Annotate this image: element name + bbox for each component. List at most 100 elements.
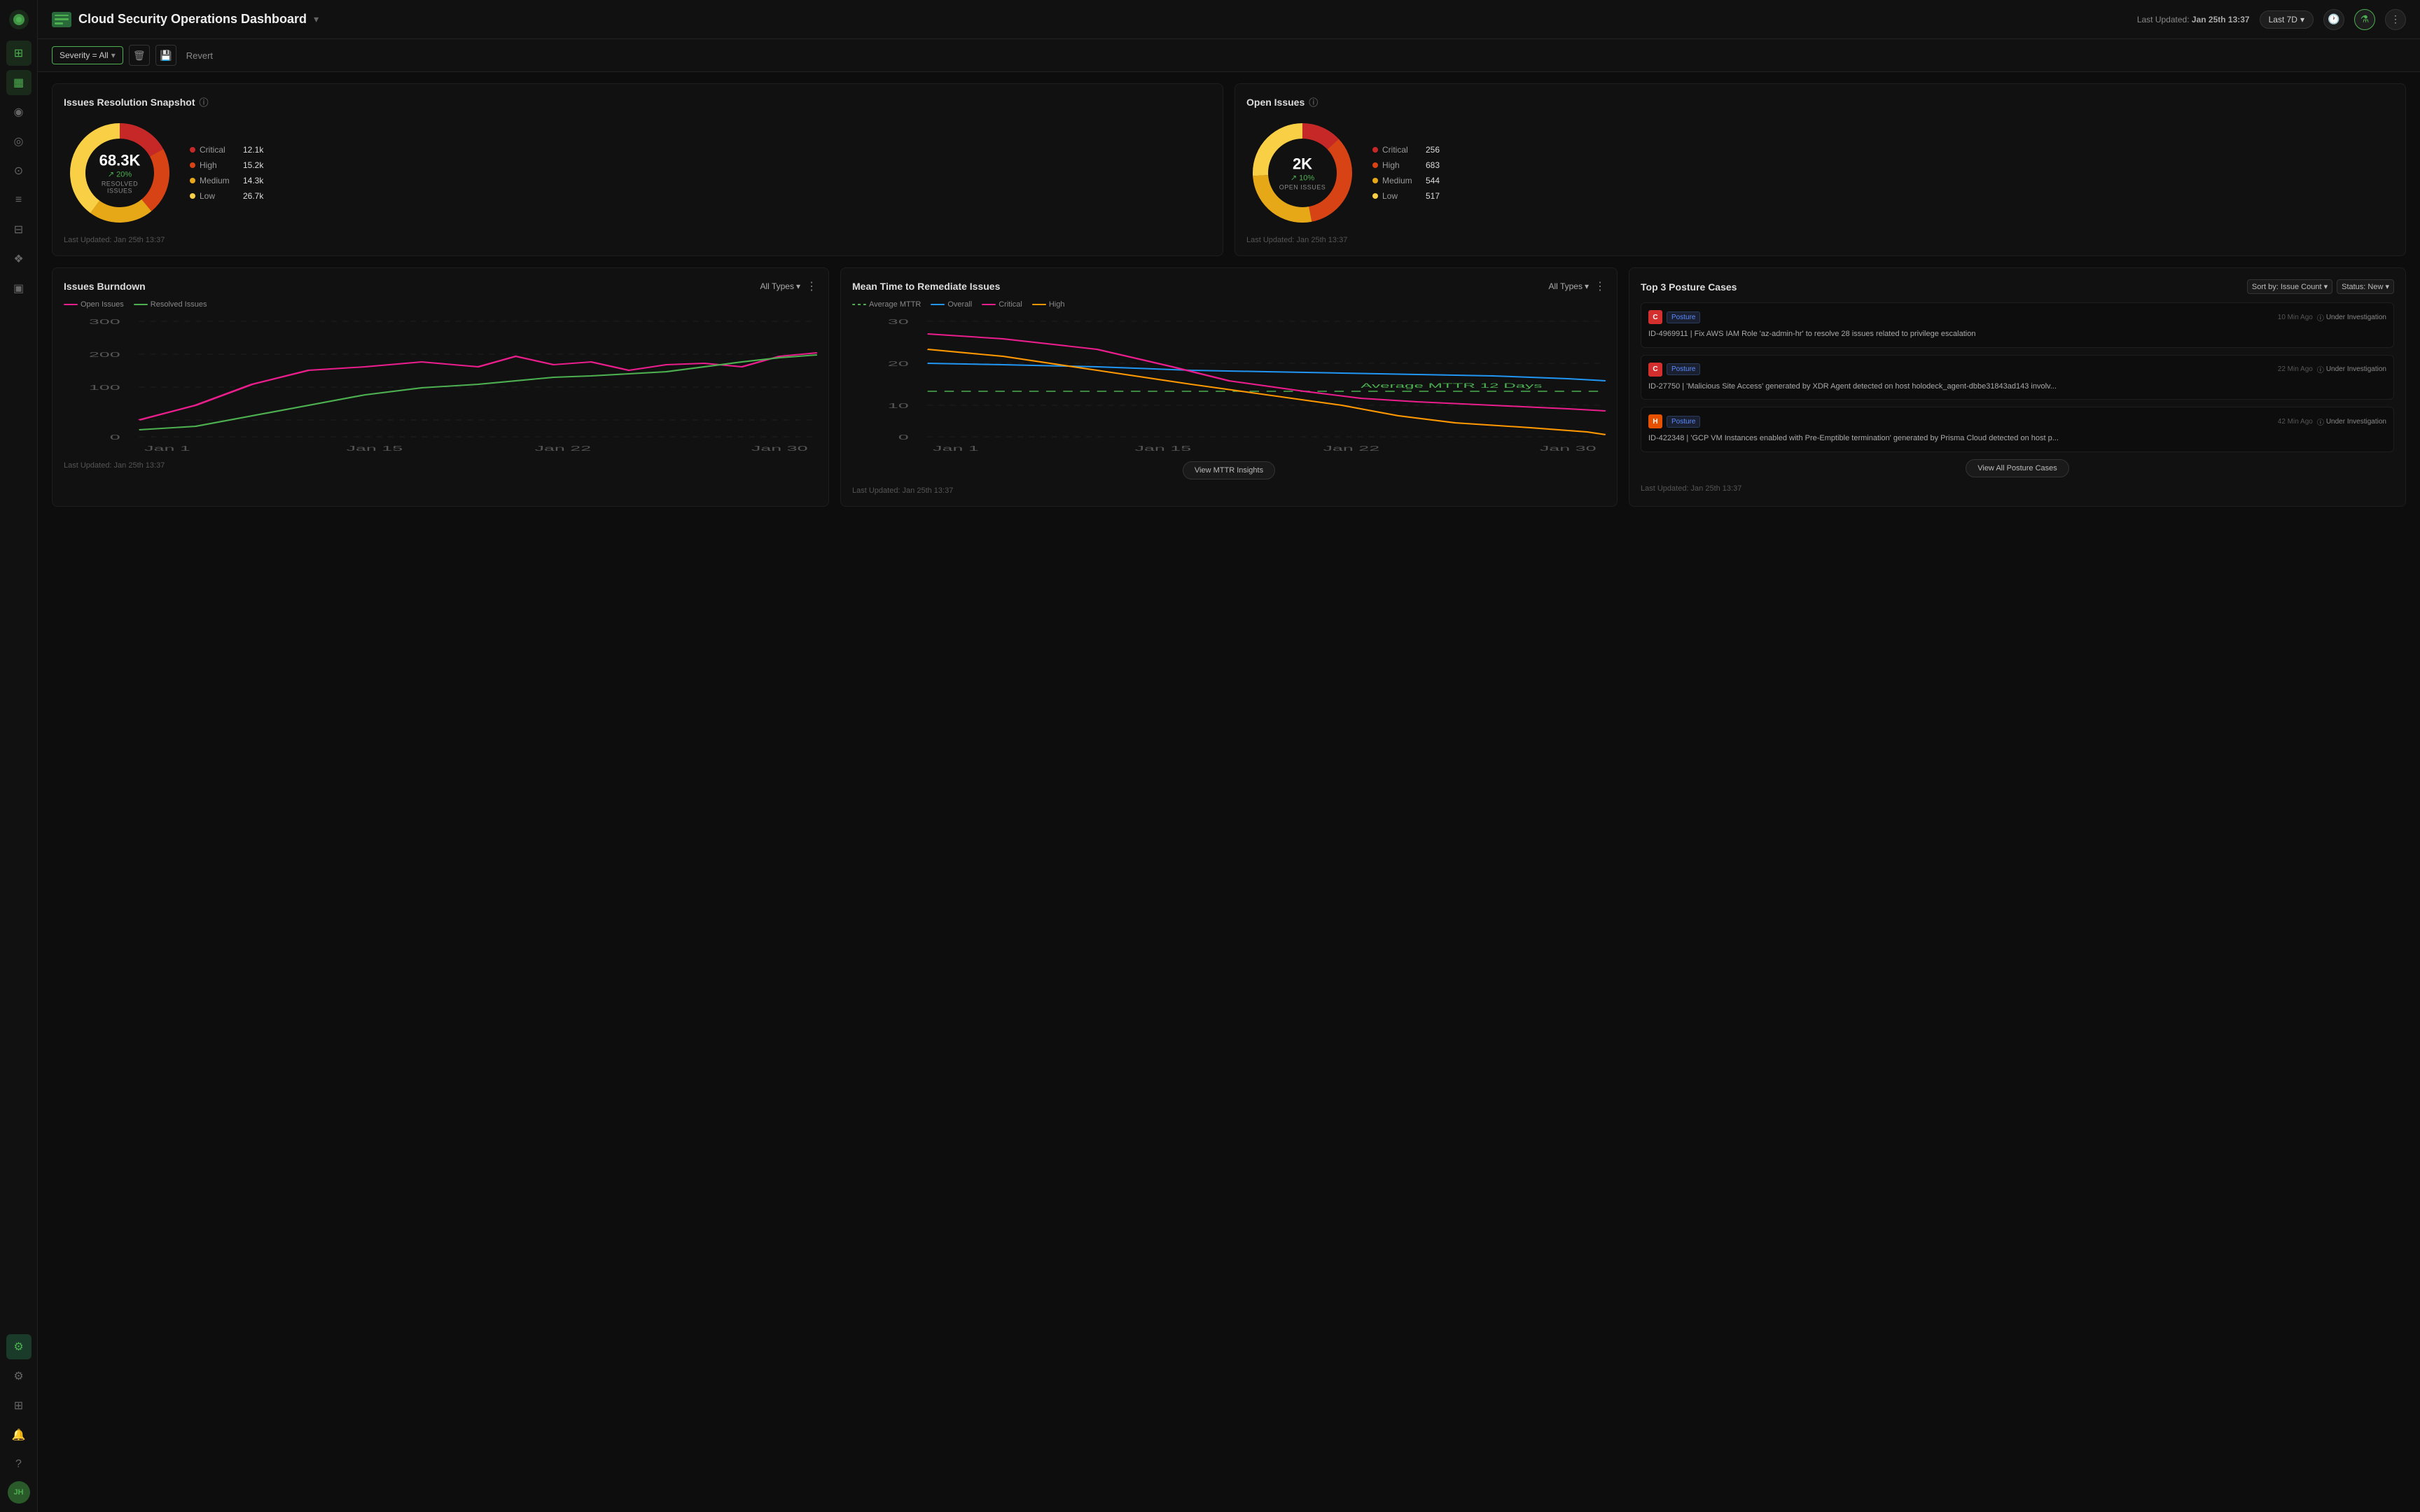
severity-badge-3: H [1648,414,1662,428]
sidebar-item-help[interactable]: ? [6,1452,32,1477]
open-card-title: Open Issues ⓘ [1246,95,1318,108]
sidebar-item-puzzle[interactable]: ❖ [6,246,32,272]
open-legend-low: Low 517 [1372,191,1440,201]
sidebar-item-dash-settings[interactable]: ⚙ [6,1334,32,1359]
open-footer: Last Updated: Jan 25th 13:37 [1246,236,2394,244]
low-dot [190,193,195,199]
open-medium-value: 544 [1426,176,1440,186]
posture-status-2: ⓘ Under Investigation [2317,364,2386,374]
svg-text:Jan 30: Jan 30 [1540,445,1597,453]
svg-text:Jan 22: Jan 22 [534,445,591,453]
mttr-avg-legend: Average MTTR [852,300,921,309]
sidebar-item-list[interactable]: ≡ [6,188,32,213]
open-donut-chart: 2K ↗ 10% OPEN ISSUES [1246,117,1358,229]
sidebar-item-eye[interactable]: ◎ [6,129,32,154]
header: Cloud Security Operations Dashboard ▾ La… [38,0,2420,39]
filter-icon-button[interactable]: ⚗ [2354,9,2375,30]
svg-text:30: 30 [888,318,909,326]
view-all-posture-button[interactable]: View All Posture Cases [1966,459,2069,477]
sidebar-item-settings[interactable]: ⊙ [6,158,32,183]
mttr-header: Mean Time to Remediate Issues All Types … [852,279,1606,293]
medium-value: 14.3k [243,176,263,186]
sidebar-item-bell[interactable]: 🔔 [6,1422,32,1448]
sidebar-item-chart[interactable]: ⊟ [6,217,32,242]
bottom-cards-row: Issues Burndown All Types ▾ ⋮ Open Issue… [52,267,2406,507]
posture-tag-3: Posture [1667,416,1700,428]
posture-controls: Sort by: Issue Count ▾ Status: New ▾ [2247,279,2394,294]
posture-tag-2: Posture [1667,363,1700,375]
posture-sort-select[interactable]: Sort by: Issue Count ▾ [2247,279,2332,294]
view-mttr-button[interactable]: View MTTR Insights [1183,461,1275,479]
posture-item-1-right: 10 Min Ago ⓘ Under Investigation [2278,312,2386,323]
user-avatar[interactable]: JH [8,1481,30,1504]
sidebar-item-dashboard[interactable]: ▦ [6,70,32,95]
severity-filter-button[interactable]: Severity = All ▾ [52,46,123,64]
open-legend-high: High 683 [1372,160,1440,170]
resolved-line-sample [134,304,148,305]
mttr-footer: Last Updated: Jan 25th 13:37 [852,486,1606,495]
posture-text-2: ID-27750 | 'Malicious Site Access' gener… [1648,381,2386,393]
svg-text:Jan 30: Jan 30 [751,445,808,453]
open-label: OPEN ISSUES [1279,184,1326,191]
posture-text-3: ID-422348 | 'GCP VM Instances enabled wi… [1648,433,2386,444]
save-filter-button[interactable]: 💾 [155,45,176,66]
app-logo[interactable] [8,8,30,31]
overall-line-sample [931,304,945,305]
resolved-trend: ↗ 20% [92,170,148,179]
open-info-icon[interactable]: ⓘ [1309,95,1318,108]
svg-text:10: 10 [888,402,909,410]
avg-mttr-line-sample [852,304,866,305]
sidebar-item-shield[interactable]: ◉ [6,99,32,125]
resolved-donut-center: 68.3K ↗ 20% RESOLVED ISSUES [92,152,148,195]
svg-text:Jan 15: Jan 15 [1134,445,1191,453]
more-options-button[interactable]: ⋮ [2385,9,2406,30]
posture-footer: Last Updated: Jan 25th 13:37 [1641,484,2394,493]
open-critical-value: 256 [1426,145,1440,155]
posture-card: Top 3 Posture Cases Sort by: Issue Count… [1629,267,2406,507]
resolved-donut-chart: 68.3K ↗ 20% RESOLVED ISSUES [64,117,176,229]
sidebar-item-grid[interactable]: ⊞ [6,41,32,66]
posture-item-1: C Posture 10 Min Ago ⓘ Under Investigati… [1641,302,2394,348]
open-donut-center: 2K ↗ 10% OPEN ISSUES [1279,155,1326,191]
posture-item-3: H Posture 42 Min Ago ⓘ Under Investigati… [1641,407,2394,452]
high-mttr-line-sample [1032,304,1046,305]
burndown-title: Issues Burndown [64,281,146,292]
time-range-button[interactable]: Last 7D ▾ [2260,10,2314,29]
burndown-header: Issues Burndown All Types ▾ ⋮ [64,279,817,293]
posture-item-2-left: C Posture [1648,363,1700,377]
title-chevron-icon[interactable]: ▾ [314,13,319,25]
sidebar-item-book[interactable]: ▣ [6,276,32,301]
svg-text:300: 300 [89,318,120,326]
revert-button[interactable]: Revert [182,47,217,64]
sidebar-item-gear[interactable]: ⚙ [6,1364,32,1389]
medium-dot [190,178,195,183]
main-content: Cloud Security Operations Dashboard ▾ La… [38,0,2420,1512]
mttr-type-select[interactable]: All Types ▾ [1549,281,1590,291]
resolved-info-icon[interactable]: ⓘ [199,95,208,108]
svg-text:Jan 15: Jan 15 [346,445,403,453]
posture-header: Top 3 Posture Cases Sort by: Issue Count… [1641,279,2394,294]
open-issues-card: Open Issues ⓘ [1235,83,2406,256]
posture-status-select[interactable]: Status: New ▾ [2337,279,2394,294]
clock-icon-button[interactable]: 🕐 [2323,9,2344,30]
mttr-menu-button[interactable]: ⋮ [1594,279,1606,293]
open-critical-dot [1372,147,1378,153]
time-range-label: Last 7D [2269,15,2297,24]
burndown-menu-button[interactable]: ⋮ [806,279,817,293]
svg-text:Jan 1: Jan 1 [933,445,979,453]
open-high-value: 683 [1426,160,1440,170]
last-updated-label: Last Updated: Jan 25th 13:37 [2137,15,2250,24]
posture-time-3: 42 Min Ago [2278,418,2313,426]
resolved-footer: Last Updated: Jan 25th 13:37 [64,236,1211,244]
burndown-legend: Open Issues Resolved Issues [64,300,817,309]
svg-text:100: 100 [89,384,120,392]
legend-high: High 15.2k [190,160,263,170]
header-right: Last Updated: Jan 25th 13:37 Last 7D ▾ 🕐… [2137,9,2406,30]
resolved-card-title: Issues Resolution Snapshot ⓘ [64,95,209,108]
posture-item-2: C Posture 22 Min Ago ⓘ Under Investigati… [1641,355,2394,400]
burndown-type-select[interactable]: All Types ▾ [760,281,801,291]
svg-text:0: 0 [110,434,120,442]
sidebar-item-grid2[interactable]: ⊞ [6,1393,32,1418]
delete-filter-button[interactable]: 🗑 [129,45,150,66]
resolved-value: 68.3K [92,152,148,170]
